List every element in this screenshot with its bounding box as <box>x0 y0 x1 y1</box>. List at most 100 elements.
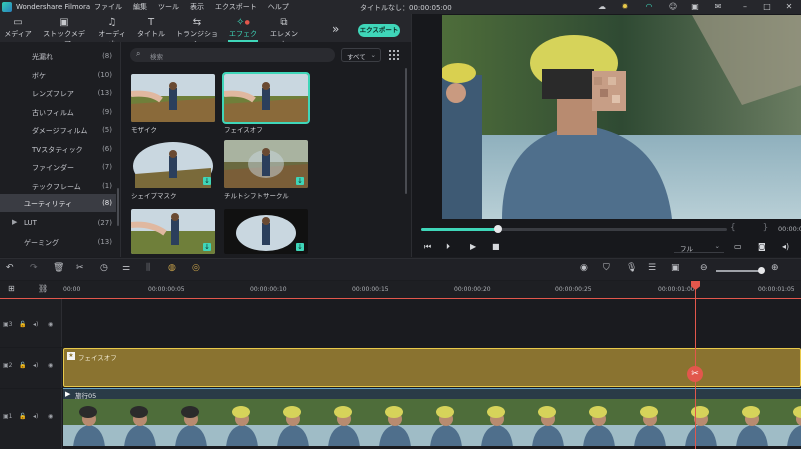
sidebar-item-viewfinder[interactable]: ファインダー (7) <box>0 158 116 177</box>
menu-view[interactable]: 表示 <box>190 2 204 12</box>
voiceover-list-icon[interactable]: ☰ <box>648 263 656 273</box>
color-match-icon[interactable]: ◍ <box>168 263 176 273</box>
split-audio-icon[interactable]: ⫼ <box>146 263 150 273</box>
download-icon[interactable]: ↓ <box>296 177 304 185</box>
track-number: 2 <box>8 362 13 369</box>
ruler-label: 00:00:00:15 <box>352 286 389 293</box>
stop-icon[interactable]: ■ <box>492 242 500 251</box>
eye-icon[interactable]: ◉ <box>48 362 53 369</box>
step-frame-icon[interactable]: ⏵ <box>446 242 450 252</box>
eye-icon[interactable]: ◉ <box>48 321 53 328</box>
browser-scrollbar[interactable] <box>405 68 407 194</box>
sidebar-item-utility[interactable]: ユーティリティ (8) <box>0 194 116 212</box>
zoom-out-icon[interactable]: ⊖ <box>700 263 708 273</box>
play-icon[interactable]: ▶ <box>470 242 476 251</box>
search-box[interactable]: ⌕ 検索 <box>130 48 335 62</box>
category-count: (27) <box>97 219 112 227</box>
sun-icon[interactable]: ✹ <box>620 2 630 12</box>
save-icon[interactable]: ▣ <box>690 2 700 12</box>
menu-help[interactable]: ヘルプ <box>268 2 289 12</box>
sidebar-item-gaming[interactable]: ゲーミング (13) <box>0 233 116 252</box>
zoom-in-icon[interactable]: ⊕ <box>771 263 779 273</box>
maximize-icon[interactable]: □ <box>762 2 772 12</box>
mark-in-out-icon[interactable]: { } <box>730 223 780 233</box>
minimize-icon[interactable]: – <box>740 2 750 12</box>
zoom-slider-handle[interactable] <box>758 267 765 274</box>
download-icon[interactable]: ↓ <box>203 243 211 251</box>
sidebar-item-light-leaks[interactable]: 光漏れ (8) <box>0 47 116 66</box>
stabilize-icon[interactable]: ◎ <box>192 263 200 273</box>
effect-thumbnail-6[interactable]: ↓ <box>224 209 308 254</box>
quality-dropdown[interactable]: フル ⌄ <box>674 240 724 253</box>
lock-icon[interactable]: 🔓 <box>19 413 26 420</box>
double-chevron-right-icon[interactable]: » <box>332 22 339 36</box>
lock-icon[interactable]: 🔓 <box>19 362 26 369</box>
close-icon[interactable]: ✕ <box>784 2 794 12</box>
menu-edit[interactable]: 編集 <box>133 2 147 12</box>
sidebar-item-damaged-film[interactable]: ダメージフィルム (5) <box>0 121 116 140</box>
zoom-slider[interactable] <box>716 270 762 272</box>
sidebar-item-old-film[interactable]: 古いフィルム (9) <box>0 103 116 122</box>
add-track-icon[interactable]: ⊞ <box>8 284 15 293</box>
render-icon[interactable]: ◉ <box>580 263 588 273</box>
menu-file[interactable]: ファイル <box>94 2 122 12</box>
marker-icon[interactable]: ⛉ <box>603 263 610 273</box>
export-button[interactable]: エクスポート <box>358 24 400 37</box>
cut-icon[interactable]: ✂ <box>76 263 84 273</box>
delete-icon[interactable]: 🗑 <box>53 263 64 273</box>
video-clip[interactable]: ▶ 旅行05 <box>63 388 801 446</box>
play-icon: ▶ <box>65 390 71 398</box>
snapshot-frame-icon[interactable]: ▣ <box>671 263 680 273</box>
download-icon[interactable]: ↓ <box>203 177 211 185</box>
track-icon: ▣1 <box>3 413 13 420</box>
adjust-icon[interactable]: ⚌ <box>122 263 130 273</box>
undo-icon[interactable]: ↶ <box>6 263 14 273</box>
tab-media[interactable]: ▭ メディア <box>4 16 32 39</box>
search-input[interactable]: 検索 <box>150 51 163 61</box>
effect-thumbnail-tilt-shift-circle[interactable]: ↓ <box>224 140 308 188</box>
cloud-icon[interactable]: ☁ <box>597 2 607 12</box>
playhead-line[interactable] <box>695 281 696 449</box>
sidebar-item-lens-flare[interactable]: レンズフレア (13) <box>0 84 116 103</box>
preview-video <box>442 15 801 219</box>
menu-tools[interactable]: ツール <box>158 2 179 12</box>
effect-thumbnail-5[interactable]: ↓ <box>131 209 215 254</box>
tab-titles[interactable]: T タイトル <box>136 16 166 39</box>
track-header-1: ▣1 🔓 ◂) ◉ <box>0 389 62 449</box>
sidebar-scrollbar[interactable] <box>117 188 119 226</box>
lock-icon[interactable]: 🔓 <box>19 321 26 328</box>
mail-icon[interactable]: ✉ <box>713 2 723 12</box>
scissors-icon[interactable]: ✂ <box>687 366 703 382</box>
download-icon[interactable]: ↓ <box>296 243 304 251</box>
headset-icon[interactable]: ◠ <box>644 2 654 12</box>
link-icon[interactable]: ⛓ <box>38 284 48 293</box>
chevron-right-icon[interactable]: ▶ <box>12 218 17 226</box>
filter-dropdown[interactable]: すべて ⌄ <box>341 48 381 62</box>
speed-icon[interactable]: ◷ <box>100 263 108 273</box>
step-back-icon[interactable]: ⏮ <box>424 242 431 252</box>
seek-handle[interactable] <box>493 225 502 233</box>
menu-export[interactable]: エクスポート <box>215 2 257 12</box>
account-icon[interactable]: ☺ <box>668 2 678 12</box>
sidebar-item-bokeh[interactable]: ボケ (10) <box>0 66 116 85</box>
volume-icon[interactable]: ◂) <box>782 242 789 251</box>
snapshot-icon[interactable]: ◙ <box>758 242 766 251</box>
mosaic-thumbnail-image <box>131 74 215 122</box>
speaker-icon[interactable]: ◂) <box>33 362 38 369</box>
speaker-icon[interactable]: ◂) <box>33 321 38 328</box>
redo-icon[interactable]: ↷ <box>30 263 38 273</box>
category-label: ゲーミング <box>24 239 59 247</box>
grid-view-icon[interactable] <box>389 50 399 60</box>
sidebar-item-tv-static[interactable]: TVスタティック (6) <box>0 140 116 159</box>
preview-seek-bar[interactable] <box>421 225 727 233</box>
eye-icon[interactable]: ◉ <box>48 413 53 420</box>
effect-thumbnail-mosaic[interactable] <box>131 74 215 122</box>
speaker-icon[interactable]: ◂) <box>33 413 38 420</box>
effect-thumbnail-face-off[interactable] <box>222 72 310 124</box>
microphone-icon[interactable]: 🎙 <box>626 263 637 273</box>
timeline-ruler[interactable]: ⊞ ⛓ 00:00 00:00:00:05 00:00:00:10 00:00:… <box>0 281 801 299</box>
sidebar-item-lut[interactable]: ▶ LUT (27) <box>0 214 116 233</box>
effect-label: チルトシフトサークル <box>224 192 289 200</box>
monitor-icon[interactable]: ▭ <box>734 242 742 251</box>
effect-thumbnail-shape-mask[interactable]: ↓ <box>131 140 215 188</box>
